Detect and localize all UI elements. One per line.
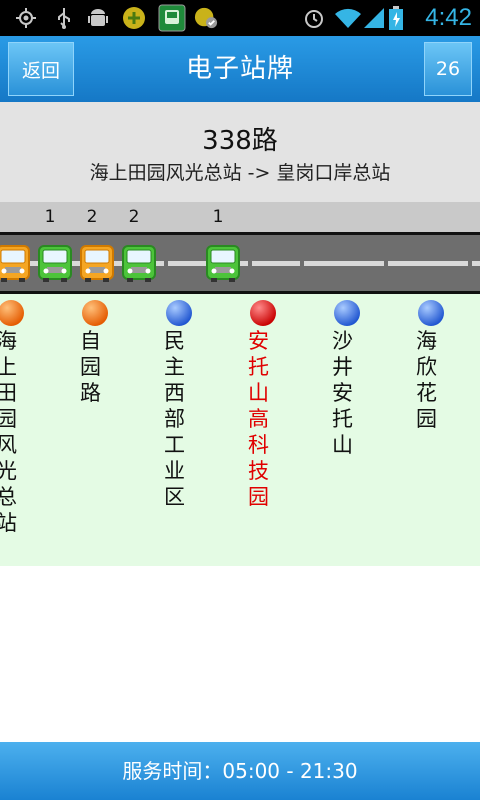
wifi-icon xyxy=(334,6,362,30)
bus-app-icon xyxy=(158,4,186,32)
count-button[interactable]: 26 xyxy=(424,42,472,96)
gps-icon xyxy=(14,6,38,30)
route-number: 338路 xyxy=(202,126,278,156)
route-header: 338路 海上田园风光总站 -> 皇岗口岸总站 xyxy=(0,102,480,202)
station-marker-icon xyxy=(334,300,360,326)
alarm-icon xyxy=(302,6,326,30)
station-list: 海上田园风光总站 自园路 民主西部工业区 安托山高科技园 沙井安托山 海欣花园 xyxy=(0,294,480,566)
station-item[interactable]: 海欣花园 xyxy=(416,300,456,432)
station-item[interactable]: 沙井安托山 xyxy=(332,300,372,458)
app-icon xyxy=(122,6,146,30)
station-marker-icon xyxy=(0,300,24,326)
bus-icon[interactable] xyxy=(80,245,114,283)
footer-bar: 服务时间：05:00 - 21:30 xyxy=(0,742,480,800)
station-name: 安托山高科技园 xyxy=(248,329,269,509)
station-item[interactable]: 海上田园风光总站 xyxy=(0,300,36,536)
signal-icon xyxy=(362,6,386,30)
service-time: 服务时间：05:00 - 21:30 xyxy=(122,759,358,783)
bus-count-label: 1 xyxy=(212,207,224,227)
station-item[interactable]: 自园路 xyxy=(80,300,120,406)
station-item[interactable]: 民主西部工业区 xyxy=(164,300,204,510)
battery-charging-icon xyxy=(388,6,404,30)
station-name: 海欣花园 xyxy=(416,329,437,431)
bus-icon[interactable] xyxy=(38,245,72,283)
station-marker-icon xyxy=(418,300,444,326)
station-marker-icon xyxy=(250,300,276,326)
back-button[interactable]: 返回 xyxy=(8,42,74,96)
status-bar: 4:42 xyxy=(0,0,480,36)
station-item[interactable]: 安托山高科技园 xyxy=(248,300,288,510)
station-name: 沙井安托山 xyxy=(332,329,353,457)
bus-count-label: 2 xyxy=(128,207,140,227)
status-time: 4:42 xyxy=(425,4,472,31)
station-marker-icon xyxy=(166,300,192,326)
route-road xyxy=(0,232,480,294)
route-direction: 海上田园风光总站 -> 皇岗口岸总站 xyxy=(89,162,391,184)
android-debug-icon xyxy=(86,6,110,30)
bus-icon[interactable] xyxy=(122,245,156,283)
station-name: 民主西部工业区 xyxy=(164,329,185,509)
station-name: 海上田园风光总站 xyxy=(0,329,17,535)
bus-count-label: 1 xyxy=(44,207,56,227)
bus-icon[interactable] xyxy=(0,245,30,283)
station-marker-icon xyxy=(82,300,108,326)
bus-count-label: 2 xyxy=(86,207,98,227)
station-name: 自园路 xyxy=(80,329,101,405)
usb-icon xyxy=(52,6,76,30)
bus-count-row: 1 2 2 1 xyxy=(0,202,480,232)
app-check-icon xyxy=(194,6,218,30)
bus-icon[interactable] xyxy=(206,245,240,283)
lane-markings xyxy=(0,261,480,266)
title-bar: 电子站牌 返回 26 xyxy=(0,36,480,102)
